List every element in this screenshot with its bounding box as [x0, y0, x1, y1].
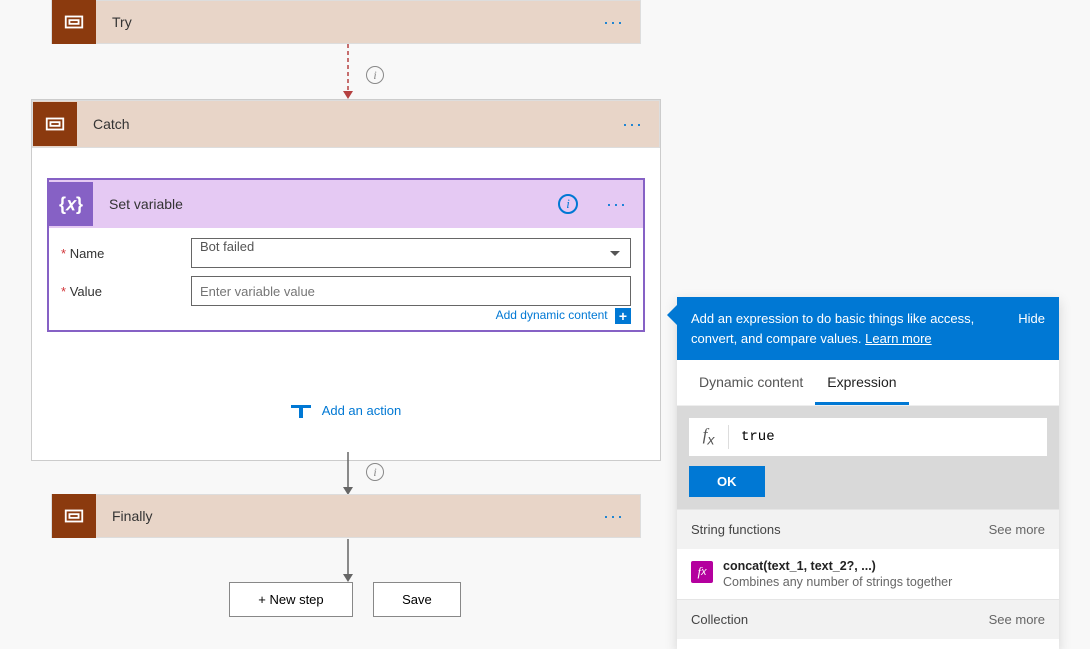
variable-icon: {𝑥}: [49, 182, 93, 226]
scope-try-menu[interactable]: ···: [587, 12, 640, 33]
scope-catch-menu[interactable]: ···: [606, 114, 659, 135]
scope-finally-menu[interactable]: ···: [587, 506, 640, 527]
see-more-link[interactable]: See more: [989, 612, 1045, 627]
expression-function-list[interactable]: String functions See more fx concat(text…: [677, 509, 1059, 649]
learn-more-link[interactable]: Learn more: [865, 331, 931, 346]
info-icon[interactable]: i: [558, 194, 578, 214]
callout-arrow-icon: [667, 305, 677, 325]
scope-catch: Catch ··· {𝑥} Set variable i ··· * Name …: [31, 99, 661, 461]
add-dynamic-content-link[interactable]: Add dynamic content: [496, 308, 608, 322]
fx-icon: fx: [691, 561, 713, 583]
action-menu[interactable]: ···: [590, 194, 643, 215]
see-more-link[interactable]: See more: [989, 522, 1045, 537]
tab-dynamic-content[interactable]: Dynamic content: [687, 360, 815, 405]
scope-icon: [52, 494, 96, 538]
scope-finally[interactable]: Finally ···: [51, 494, 641, 538]
add-action-link[interactable]: Add an action: [291, 403, 401, 418]
info-icon[interactable]: i: [366, 66, 384, 84]
function-contains[interactable]: fx contains(collection, value): [677, 639, 1059, 649]
scope-catch-header[interactable]: Catch ···: [32, 100, 660, 148]
scope-icon: [33, 102, 77, 146]
info-icon[interactable]: i: [366, 463, 384, 481]
category-string-functions: String functions See more: [677, 509, 1059, 549]
hide-button[interactable]: Hide: [1018, 309, 1045, 348]
scope-try-title: Try: [96, 14, 587, 30]
tab-expression[interactable]: Expression: [815, 360, 908, 405]
ok-button[interactable]: OK: [689, 466, 765, 497]
function-concat[interactable]: fx concat(text_1, text_2?, ...) Combines…: [677, 549, 1059, 599]
scope-finally-title: Finally: [96, 508, 587, 524]
expression-banner-text: Add an expression to do basic things lik…: [691, 309, 1004, 348]
field-name-select[interactable]: Bot failed: [191, 238, 631, 268]
scope-try[interactable]: Try ···: [51, 0, 641, 44]
add-dynamic-content-badge[interactable]: +: [615, 308, 631, 324]
new-step-button[interactable]: + New step: [229, 582, 352, 617]
fx-icon: fx: [689, 425, 729, 448]
expression-input[interactable]: [729, 418, 1047, 456]
insert-icon: [291, 405, 311, 419]
scope-icon: [52, 0, 96, 44]
save-button[interactable]: Save: [373, 582, 461, 617]
field-value-input[interactable]: [191, 276, 631, 306]
action-header[interactable]: {𝑥} Set variable i ···: [49, 180, 643, 228]
category-collection: Collection See more: [677, 599, 1059, 639]
action-set-variable: {𝑥} Set variable i ··· * Name Bot failed: [47, 178, 645, 332]
scope-catch-title: Catch: [77, 116, 606, 132]
action-title: Set variable: [93, 196, 558, 212]
field-value-label: * Value: [61, 284, 191, 299]
field-name-label: * Name: [61, 246, 191, 261]
expression-panel: Add an expression to do basic things lik…: [677, 297, 1059, 649]
